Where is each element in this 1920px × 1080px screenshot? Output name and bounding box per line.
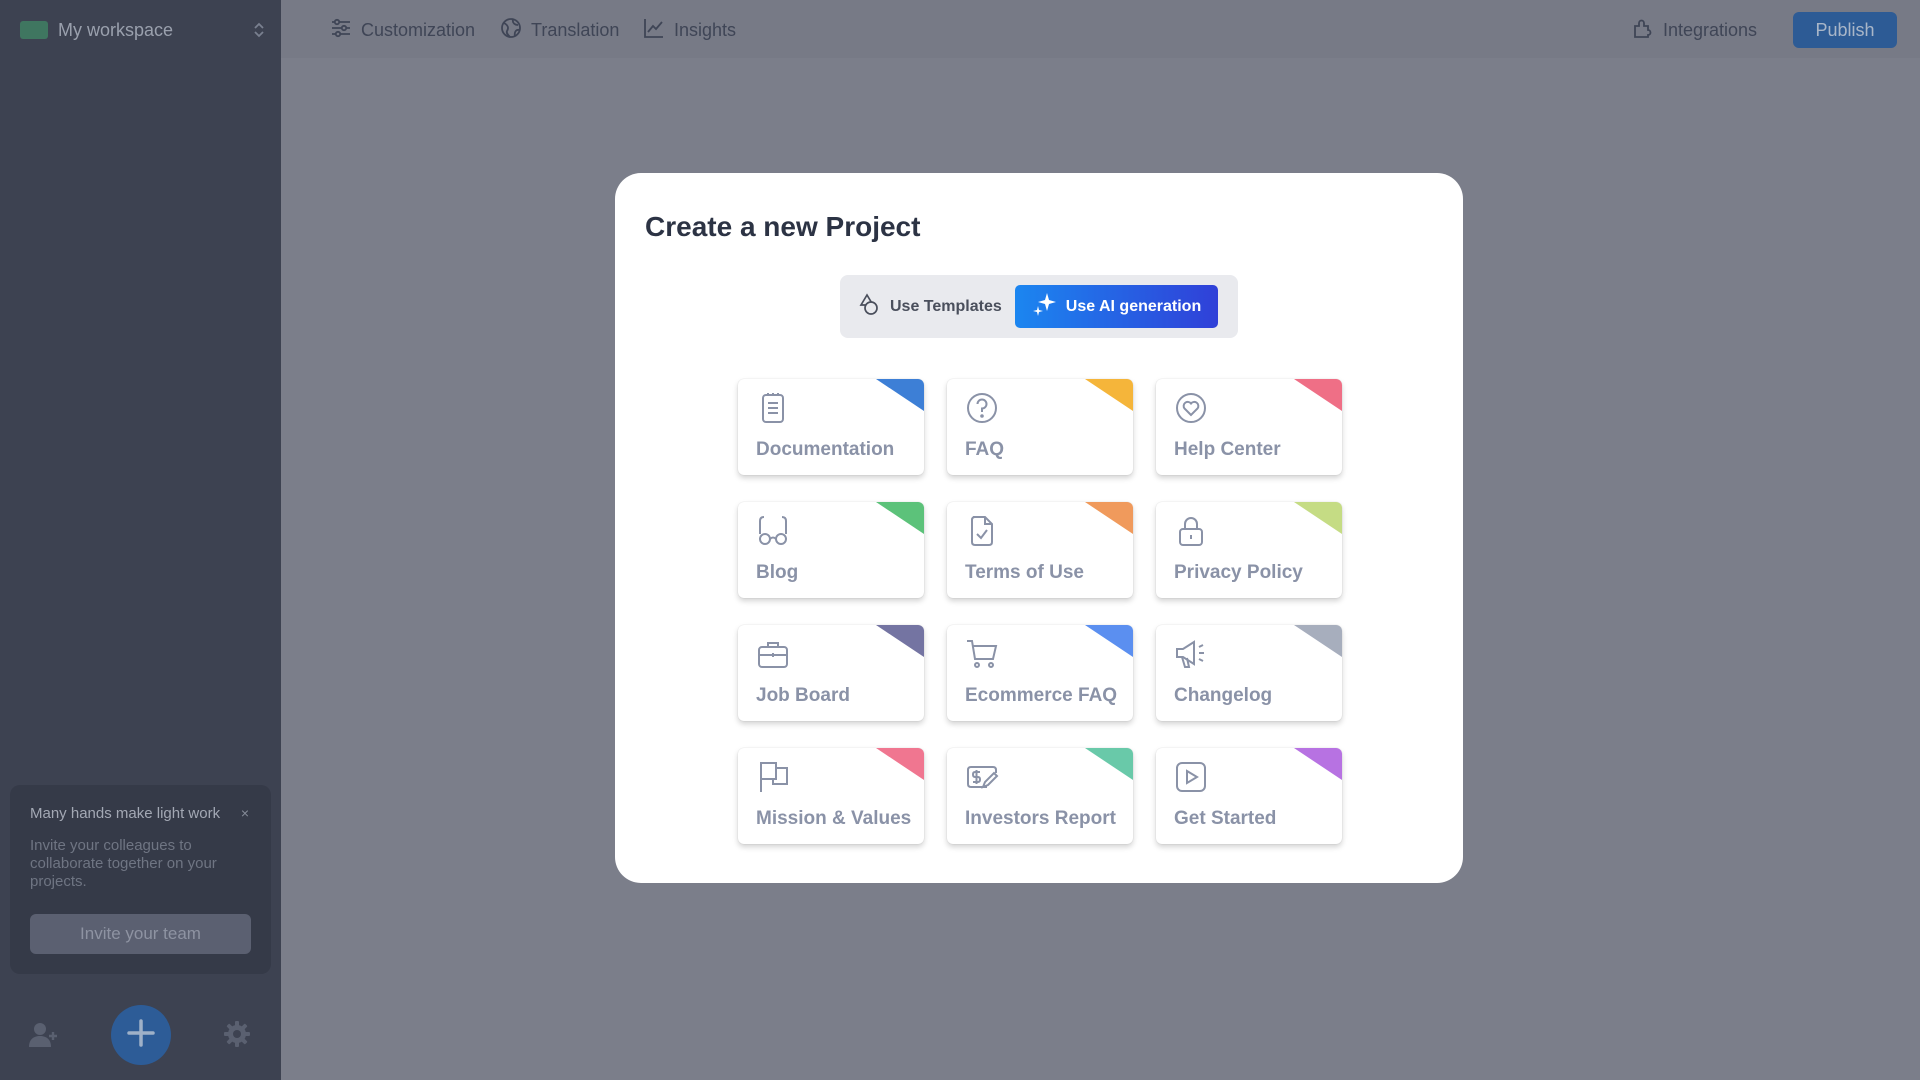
integrations-button[interactable]: Integrations bbox=[1632, 18, 1757, 42]
nav-label: Customization bbox=[361, 19, 476, 40]
add-user-icon[interactable] bbox=[28, 1020, 58, 1050]
modal-title: Create a new Project bbox=[645, 211, 921, 242]
color-corner bbox=[1085, 625, 1133, 657]
color-corner bbox=[876, 502, 924, 534]
template-terms-of-use[interactable]: Terms of Use bbox=[947, 502, 1133, 598]
template-label: Privacy Policy bbox=[1174, 562, 1303, 583]
publish-button[interactable]: Publish bbox=[1793, 12, 1897, 48]
chart-line-icon bbox=[643, 17, 674, 44]
sliders-icon bbox=[330, 17, 361, 44]
globe-icon bbox=[500, 17, 531, 44]
chevron-up-down-icon bbox=[253, 21, 265, 39]
cart-icon bbox=[965, 637, 999, 671]
template-privacy-policy[interactable]: Privacy Policy bbox=[1156, 502, 1342, 598]
color-corner bbox=[1085, 379, 1133, 411]
use-templates-tab[interactable]: Use Templates bbox=[858, 292, 1002, 322]
nav-label: Translation bbox=[531, 19, 620, 40]
file-check-icon bbox=[965, 514, 999, 548]
promo-title: Many hands make light work bbox=[30, 805, 221, 822]
template-mission-values[interactable]: Mission & Values bbox=[738, 748, 924, 844]
template-label: Investors Report bbox=[965, 808, 1116, 829]
template-blog[interactable]: Blog bbox=[738, 502, 924, 598]
template-label: Job Board bbox=[756, 685, 850, 706]
color-corner bbox=[1294, 502, 1342, 534]
invite-team-button[interactable]: Invite your team bbox=[30, 914, 251, 954]
color-corner bbox=[1294, 748, 1342, 780]
workspace-switcher[interactable]: My workspace bbox=[20, 18, 265, 42]
template-help-center[interactable]: Help Center bbox=[1156, 379, 1342, 475]
document-list-icon bbox=[756, 391, 790, 425]
color-corner bbox=[876, 625, 924, 657]
color-corner bbox=[1294, 625, 1342, 657]
use-ai-generation-label: Use AI generation bbox=[1065, 297, 1202, 315]
use-templates-label: Use Templates bbox=[890, 298, 1002, 315]
template-label: FAQ bbox=[965, 439, 1005, 460]
heart-circle-icon bbox=[1174, 391, 1208, 425]
template-label: Changelog bbox=[1174, 685, 1273, 706]
glasses-icon bbox=[756, 514, 790, 548]
top-bar: Customization Translation Insights Integ… bbox=[281, 0, 1920, 58]
integrations-label: Integrations bbox=[1663, 19, 1758, 40]
megaphone-icon bbox=[1174, 637, 1208, 671]
lock-icon bbox=[1174, 514, 1208, 548]
template-investors-report[interactable]: Investors Report bbox=[947, 748, 1133, 844]
color-corner bbox=[876, 748, 924, 780]
template-ecommerce-faq[interactable]: Ecommerce FAQ bbox=[947, 625, 1133, 721]
template-label: Mission & Values bbox=[756, 808, 912, 829]
flag-icon bbox=[756, 760, 790, 794]
nav-translation[interactable]: Translation bbox=[500, 17, 620, 44]
close-icon[interactable]: × bbox=[241, 805, 249, 821]
briefcase-icon bbox=[756, 637, 790, 671]
color-corner bbox=[1085, 748, 1133, 780]
template-documentation[interactable]: Documentation bbox=[738, 379, 924, 475]
use-ai-generation-tab[interactable]: Use AI generation bbox=[1015, 285, 1218, 328]
money-pen-icon bbox=[965, 760, 999, 794]
color-corner bbox=[876, 379, 924, 411]
plus-icon bbox=[126, 1018, 156, 1053]
question-circle-icon bbox=[965, 391, 999, 425]
sidebar: My workspace Many hands make light work … bbox=[0, 0, 281, 1080]
workspace-name: My workspace bbox=[58, 19, 174, 40]
workspace-color-swatch bbox=[20, 21, 48, 39]
puzzle-icon bbox=[1632, 17, 1663, 44]
nav-label: Insights bbox=[674, 19, 737, 40]
invite-promo-card: Many hands make light work × Invite your… bbox=[10, 785, 271, 974]
template-get-started[interactable]: Get Started bbox=[1156, 748, 1342, 844]
create-project-modal: Create a new Project Use Templates Use A… bbox=[615, 173, 1463, 883]
gear-icon[interactable] bbox=[223, 1020, 251, 1048]
template-faq[interactable]: FAQ bbox=[947, 379, 1133, 475]
template-label: Get Started bbox=[1174, 808, 1277, 829]
sparkles-icon bbox=[1032, 291, 1066, 322]
color-corner bbox=[1085, 502, 1133, 534]
play-square-icon bbox=[1174, 760, 1208, 794]
template-changelog[interactable]: Changelog bbox=[1156, 625, 1342, 721]
create-project-button[interactable] bbox=[111, 1005, 171, 1065]
template-label: Terms of Use bbox=[965, 562, 1084, 583]
template-label: Documentation bbox=[756, 439, 895, 460]
template-label: Ecommerce FAQ bbox=[965, 685, 1118, 706]
sidebar-bottom-bar bbox=[0, 1000, 281, 1070]
nav-customization[interactable]: Customization bbox=[330, 18, 475, 42]
promo-body: Invite your colleagues to collaborate to… bbox=[30, 837, 217, 890]
template-job-board[interactable]: Job Board bbox=[738, 625, 924, 721]
nav-insights[interactable]: Insights bbox=[643, 18, 736, 42]
creation-mode-toggle: Use Templates Use AI generation bbox=[840, 275, 1238, 338]
shapes-icon bbox=[858, 292, 890, 322]
color-corner bbox=[1294, 379, 1342, 411]
template-label: Help Center bbox=[1174, 439, 1281, 460]
template-label: Blog bbox=[756, 562, 799, 583]
